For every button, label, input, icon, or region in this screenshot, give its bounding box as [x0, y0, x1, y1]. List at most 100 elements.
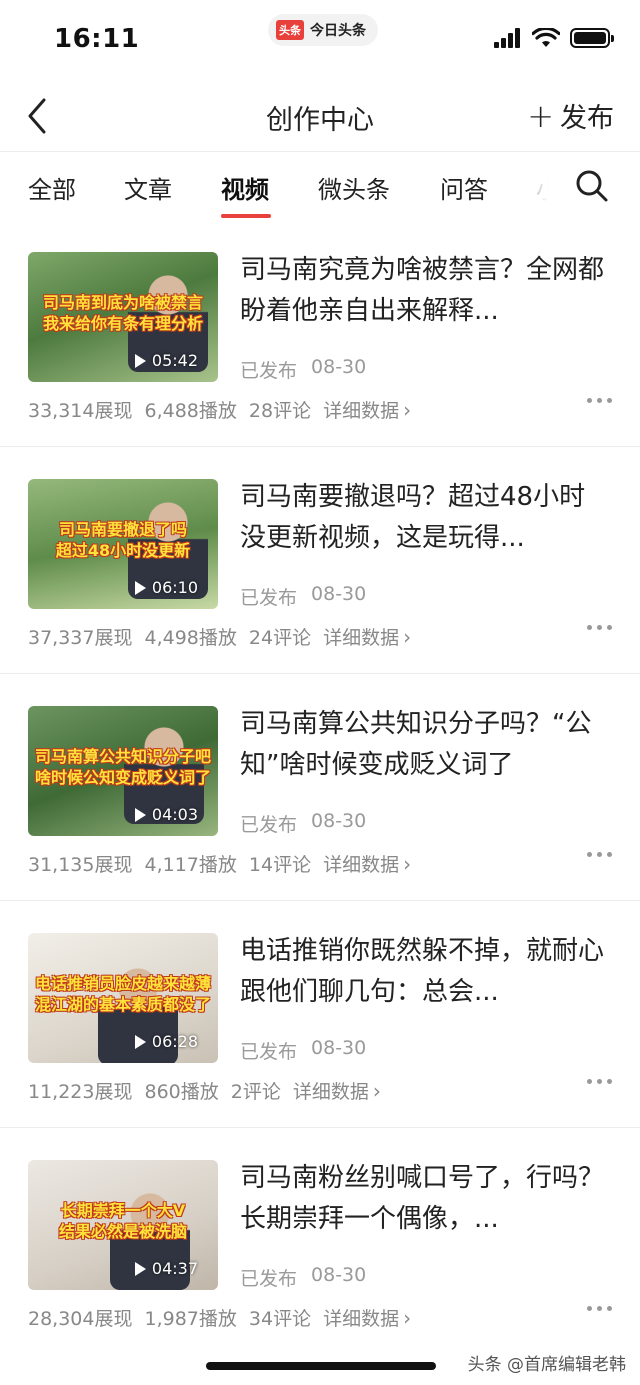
status-time: 16:11	[54, 24, 140, 54]
caption-line: 超过48小时没更新	[55, 541, 191, 560]
publish-status: 已发布	[240, 814, 298, 836]
video-item[interactable]: 电话推销员脸皮越来越薄 混江湖的基本素质都没了 06:28 电话推销你既然躲不掉，就耐…	[0, 901, 640, 1128]
more-options-button[interactable]	[587, 625, 612, 630]
tab-all[interactable]: 全部	[28, 170, 76, 205]
detail-label: 详细数据	[323, 1308, 400, 1330]
plays-count: 6,488播放	[144, 400, 237, 422]
impressions-count: 31,135展现	[28, 854, 133, 876]
publish-meta: 已发布 08-30	[240, 583, 366, 610]
comments-count: 2评论	[230, 1081, 281, 1103]
comments-count: 14评论	[248, 854, 312, 876]
more-dot	[587, 1079, 592, 1084]
caption-line: 司马南算公共知识分子吧	[34, 747, 211, 766]
more-options-button[interactable]	[587, 1079, 612, 1084]
tab-articles[interactable]: 文章	[124, 170, 172, 205]
more-dot	[607, 1079, 612, 1084]
more-dot	[587, 398, 592, 403]
video-item[interactable]: 司马南要撤退了吗 超过48小时没更新 06:10 司马南要撤退吗？超过48小时没更新视…	[0, 447, 640, 674]
video-duration: 04:03	[134, 805, 198, 824]
publish-status: 已发布	[240, 360, 298, 382]
search-button[interactable]	[574, 168, 610, 204]
video-title[interactable]: 司马南粉丝别喊口号了，行吗？长期崇拜一个偶像，...	[240, 1158, 610, 1240]
search-icon	[576, 170, 608, 202]
play-icon	[134, 580, 146, 595]
status-icons	[494, 28, 614, 48]
more-dot	[597, 1306, 602, 1311]
play-icon	[134, 1034, 146, 1049]
duration-text: 06:28	[151, 1032, 198, 1051]
nav-bar: 创作中心 + 发布	[0, 80, 640, 152]
publish-status: 已发布	[240, 1268, 298, 1290]
video-thumbnail[interactable]: 司马南到底为啥被禁言 我来给你有条有理分析 05:42	[28, 252, 218, 382]
home-indicator[interactable]	[206, 1362, 436, 1370]
duration-text: 05:42	[151, 351, 198, 370]
publish-meta: 已发布 08-30	[240, 1264, 366, 1291]
more-dot	[587, 852, 592, 857]
publish-meta: 已发布 08-30	[240, 356, 366, 383]
impressions-count: 11,223展现	[28, 1081, 133, 1103]
plays-count: 4,117播放	[144, 854, 237, 876]
status-bar: 16:11 头条 今日头条	[0, 0, 640, 80]
comments-count: 24评论	[248, 627, 312, 649]
detail-data-link[interactable]: 详细数据 ›	[323, 396, 411, 423]
more-dot	[597, 852, 602, 857]
tab-fade	[500, 152, 560, 220]
video-thumbnail[interactable]: 长期崇拜一个大V 结果必然是被洗脑 04:37	[28, 1160, 218, 1290]
publish-date: 08-30	[311, 583, 367, 605]
detail-data-link[interactable]: 详细数据 ›	[323, 623, 411, 650]
detail-data-link[interactable]: 详细数据 ›	[323, 1304, 411, 1331]
video-stats: 28,304展现 1,987播放 34评论 详细数据 ›	[28, 1304, 411, 1331]
video-duration: 05:42	[134, 351, 198, 370]
comments-count: 34评论	[248, 1308, 312, 1330]
tab-weitoutiao[interactable]: 微头条	[318, 170, 390, 205]
tab-videos[interactable]: 视频	[221, 170, 269, 205]
video-thumbnail[interactable]: 电话推销员脸皮越来越薄 混江湖的基本素质都没了 06:28	[28, 933, 218, 1063]
tab-bar: 全部 文章 视频 微头条 问答 小	[0, 152, 640, 220]
more-dot	[587, 625, 592, 630]
more-dot	[597, 625, 602, 630]
duration-text: 04:37	[151, 1259, 198, 1278]
detail-data-link[interactable]: 详细数据 ›	[293, 1077, 381, 1104]
publish-date: 08-30	[311, 1264, 367, 1286]
plus-icon: +	[527, 96, 554, 135]
detail-data-link[interactable]: 详细数据 ›	[323, 850, 411, 877]
caption-line: 司马南到底为啥被禁言	[42, 293, 203, 312]
more-options-button[interactable]	[587, 852, 612, 857]
video-title[interactable]: 司马南要撤退吗？超过48小时没更新视频，这是玩得...	[240, 477, 610, 559]
video-item[interactable]: 司马南到底为啥被禁言 我来给你有条有理分析 05:42 司马南究竟为啥被禁言？全网都盼…	[0, 220, 640, 447]
video-title[interactable]: 司马南究竟为啥被禁言？全网都盼着他亲自出来解释...	[240, 250, 610, 332]
impressions-count: 28,304展现	[28, 1308, 133, 1330]
caption-line: 我来给你有条有理分析	[42, 314, 203, 333]
more-options-button[interactable]	[587, 398, 612, 403]
duration-text: 06:10	[151, 578, 198, 597]
more-dot	[607, 852, 612, 857]
caption-line: 长期崇拜一个大V	[60, 1201, 186, 1220]
impressions-count: 37,337展现	[28, 627, 133, 649]
more-dot	[607, 398, 612, 403]
publish-meta: 已发布 08-30	[240, 810, 366, 837]
chevron-right-icon: ›	[403, 624, 412, 649]
video-title[interactable]: 电话推销你既然躲不掉，就耐心跟他们聊几句：总会...	[240, 931, 610, 1013]
signal-icon	[494, 28, 520, 48]
video-item[interactable]: 长期崇拜一个大V 结果必然是被洗脑 04:37 司马南粉丝别喊口号了，行吗？长期崇拜一…	[0, 1128, 640, 1355]
video-stats: 37,337展现 4,498播放 24评论 详细数据 ›	[28, 623, 411, 650]
play-icon	[134, 807, 146, 822]
video-thumbnail[interactable]: 司马南要撤退了吗 超过48小时没更新 06:10	[28, 479, 218, 609]
publish-button[interactable]: + 发布	[527, 96, 614, 135]
video-item[interactable]: 司马南算公共知识分子吧 啥时候公知变成贬义词了 04:03 司马南算公共知识分子吗？“…	[0, 674, 640, 901]
publish-date: 08-30	[311, 356, 367, 378]
more-dot	[597, 1079, 602, 1084]
more-dot	[607, 625, 612, 630]
thumbnail-caption: 司马南要撤退了吗 超过48小时没更新	[34, 519, 212, 561]
more-dot	[597, 398, 602, 403]
video-thumbnail[interactable]: 司马南算公共知识分子吧 啥时候公知变成贬义词了 04:03	[28, 706, 218, 836]
video-stats: 11,223展现 860播放 2评论 详细数据 ›	[28, 1077, 381, 1104]
tab-qa[interactable]: 问答	[440, 170, 488, 205]
more-options-button[interactable]	[587, 1306, 612, 1311]
publish-date: 08-30	[311, 810, 367, 832]
caption-line: 电话推销员脸皮越来越薄	[34, 974, 211, 993]
detail-label: 详细数据	[323, 627, 400, 649]
video-title[interactable]: 司马南算公共知识分子吗？“公知”啥时候变成贬义词了	[240, 704, 610, 786]
publish-status: 已发布	[240, 587, 298, 609]
app-indicator[interactable]: 头条 今日头条	[268, 14, 378, 46]
